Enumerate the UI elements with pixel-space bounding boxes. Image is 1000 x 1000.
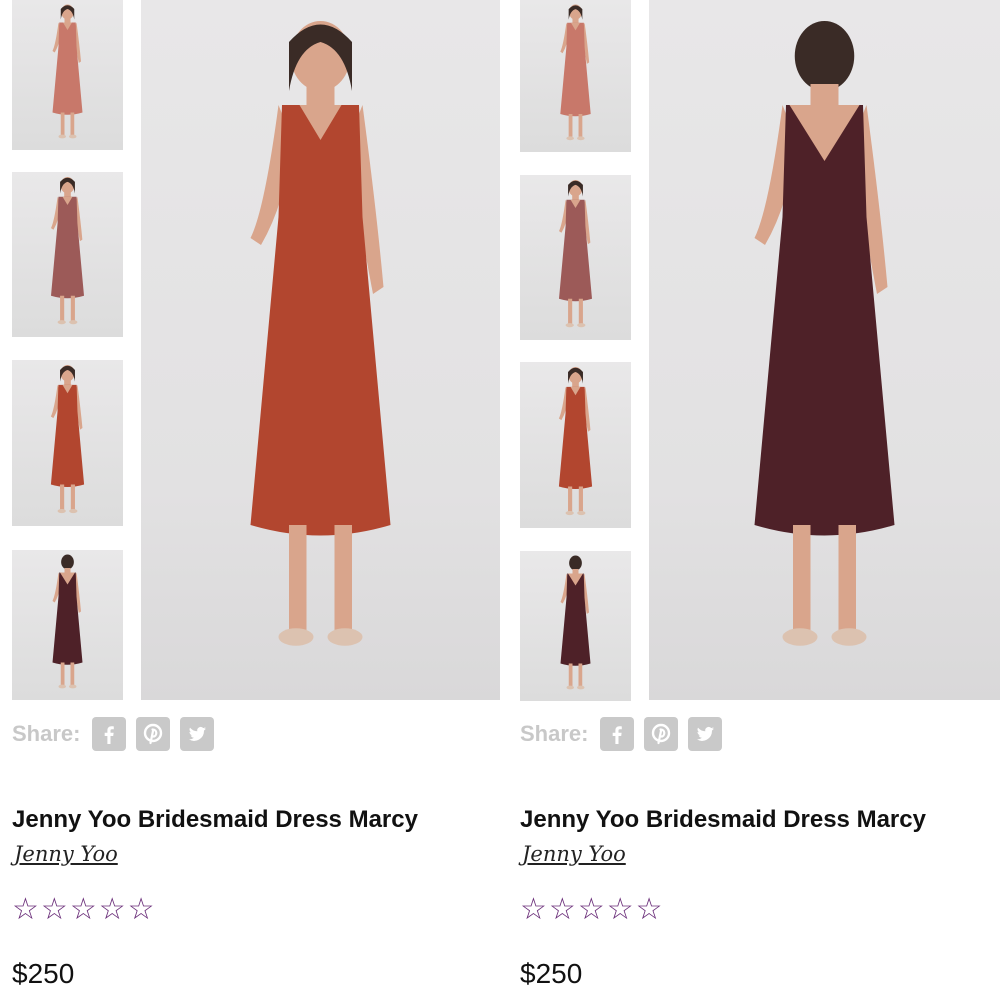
star-icon[interactable]: ☆ xyxy=(70,895,97,925)
thumbnail-image[interactable] xyxy=(520,551,631,701)
thumbnail-image[interactable] xyxy=(12,550,123,700)
thumbnail-image[interactable] xyxy=(520,362,631,528)
thumbnail-image[interactable] xyxy=(520,175,631,340)
product-price: $250 xyxy=(12,958,75,989)
facebook-icon[interactable] xyxy=(92,717,127,751)
star-icon[interactable]: ☆ xyxy=(549,895,576,925)
share-row: Share: xyxy=(12,715,215,753)
model-illustration xyxy=(50,364,85,514)
pinterest-icon[interactable] xyxy=(136,717,171,751)
product-title: Jenny Yoo Bridesmaid Dress Marcy xyxy=(520,806,926,833)
star-icon[interactable]: ☆ xyxy=(128,895,155,925)
star-icon[interactable]: ☆ xyxy=(578,895,605,925)
star-icon[interactable]: ☆ xyxy=(520,895,547,925)
product-card: Share: Jenny Yoo Bridesmaid Dress Marcy … xyxy=(0,0,500,1000)
model-illustration xyxy=(52,4,83,139)
twitter-icon[interactable] xyxy=(688,717,723,751)
model-illustration xyxy=(754,21,895,646)
star-icon[interactable]: ☆ xyxy=(41,895,68,925)
share-label: Share: xyxy=(520,721,589,746)
model-illustration xyxy=(558,366,593,516)
main-product-image[interactable] xyxy=(649,0,1000,700)
star-rating[interactable]: ☆ ☆ ☆ ☆ ☆ xyxy=(12,895,155,925)
thumbnail-image[interactable] xyxy=(520,0,631,152)
thumbnail-image[interactable] xyxy=(12,360,123,526)
brand-link[interactable]: Jenny Yoo xyxy=(522,842,626,866)
star-rating[interactable]: ☆ ☆ ☆ ☆ ☆ xyxy=(520,895,663,925)
thumbnail-image[interactable] xyxy=(12,0,123,150)
star-icon[interactable]: ☆ xyxy=(12,895,39,925)
share-label: Share: xyxy=(12,721,81,746)
model-illustration xyxy=(52,554,83,689)
main-product-image[interactable] xyxy=(141,0,500,700)
model-illustration xyxy=(560,555,591,690)
facebook-icon[interactable] xyxy=(600,717,635,751)
model-illustration xyxy=(250,21,391,646)
star-icon[interactable]: ☆ xyxy=(636,895,663,925)
model-illustration xyxy=(559,179,592,328)
product-title: Jenny Yoo Bridesmaid Dress Marcy xyxy=(12,806,418,833)
share-row: Share: xyxy=(520,715,723,753)
model-illustration xyxy=(51,176,84,325)
star-icon[interactable]: ☆ xyxy=(607,895,634,925)
brand-link[interactable]: Jenny Yoo xyxy=(14,842,118,866)
twitter-icon[interactable] xyxy=(180,717,215,751)
product-card: Share: Jenny Yoo Bridesmaid Dress Marcy … xyxy=(508,0,1000,1000)
thumbnail-image[interactable] xyxy=(12,172,123,337)
model-illustration xyxy=(560,4,591,141)
product-price: $250 xyxy=(520,958,583,989)
star-icon[interactable]: ☆ xyxy=(99,895,126,925)
pinterest-icon[interactable] xyxy=(644,717,679,751)
